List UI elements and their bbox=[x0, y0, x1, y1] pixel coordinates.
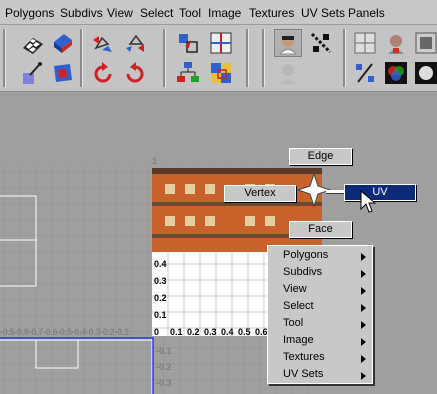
submenu-item-image[interactable]: Image bbox=[283, 334, 314, 346]
toolbar-grip[interactable] bbox=[80, 29, 83, 87]
chevron-right-icon bbox=[361, 321, 366, 329]
v-axis-label-1: 1 bbox=[152, 156, 158, 166]
u-axis-zero-label: 0 bbox=[154, 327, 160, 337]
face-gray-icon[interactable] bbox=[275, 60, 301, 86]
chevron-right-icon bbox=[361, 304, 366, 312]
chevron-right-icon bbox=[361, 287, 366, 295]
u-axis-label: 0.3 bbox=[204, 327, 217, 337]
u-axis-label: 0.4 bbox=[221, 327, 234, 337]
marking-menu-connector bbox=[326, 190, 346, 194]
v-axis-label: 0.4 bbox=[154, 259, 167, 269]
smudge-uv-icon[interactable] bbox=[20, 60, 46, 86]
flip-uv-right-icon[interactable] bbox=[122, 30, 148, 56]
marking-menu-edge[interactable]: Edge bbox=[289, 148, 352, 165]
v-axis-label: 0.3 bbox=[154, 276, 167, 286]
uv-layout-icon[interactable] bbox=[50, 60, 76, 86]
menu-select[interactable]: Select bbox=[140, 6, 173, 20]
display-icon[interactable] bbox=[413, 30, 437, 56]
marking-menu-vertex[interactable]: Vertex bbox=[224, 185, 296, 202]
marking-menu-face[interactable]: Face bbox=[289, 221, 352, 238]
u-axis-label: 0.6 bbox=[255, 327, 268, 337]
chevron-right-icon bbox=[361, 338, 366, 346]
submenu-item-subdivs[interactable]: Subdivs bbox=[283, 266, 322, 278]
submenu-item-view[interactable]: View bbox=[283, 283, 307, 295]
submenu-item-tool[interactable]: Tool bbox=[283, 317, 303, 329]
flip-uv-left-icon[interactable] bbox=[90, 30, 116, 56]
u-axis-label: 0.1 bbox=[170, 327, 183, 337]
percent-icon[interactable] bbox=[352, 60, 378, 86]
display-dark-icon[interactable] bbox=[413, 60, 437, 86]
v-axis-negative-label: -0.2 bbox=[156, 362, 172, 372]
chevron-right-icon bbox=[361, 372, 366, 380]
grid-icon[interactable] bbox=[352, 30, 378, 56]
toolbar-grip[interactable] bbox=[262, 29, 265, 87]
toolbar-grip[interactable] bbox=[163, 29, 166, 87]
menu-textures[interactable]: Textures bbox=[249, 6, 294, 20]
toolbar-grip[interactable] bbox=[343, 29, 346, 87]
submenu: Polygons Subdivs View Select Tool Image … bbox=[267, 245, 373, 384]
v-axis-label: 0.2 bbox=[154, 293, 167, 303]
diagonal-cut-icon[interactable] bbox=[308, 30, 334, 56]
grid-snap-icon[interactable] bbox=[208, 30, 234, 56]
checker-texture-icon[interactable] bbox=[20, 30, 46, 56]
menubar: Polygons Subdivs View Select Tool Image … bbox=[0, 0, 437, 25]
rotate-ccw-icon[interactable] bbox=[90, 60, 116, 86]
u-axis-label: 0.5 bbox=[238, 327, 251, 337]
v-axis-negative-label: -0.3 bbox=[156, 378, 172, 388]
submenu-item-textures[interactable]: Textures bbox=[283, 351, 325, 363]
v-axis-negative-label: -0.1 bbox=[156, 346, 172, 356]
marking-menu-uv[interactable]: UV bbox=[344, 184, 416, 201]
menu-panels[interactable]: Panels bbox=[348, 6, 385, 20]
menu-uv-sets[interactable]: UV Sets bbox=[301, 6, 345, 20]
chevron-right-icon bbox=[361, 270, 366, 278]
submenu-item-polygons[interactable]: Polygons bbox=[283, 249, 328, 261]
toolbar-grip[interactable] bbox=[3, 29, 6, 87]
rgb-channels-icon[interactable] bbox=[383, 60, 409, 86]
shaded-uv-icon[interactable] bbox=[50, 30, 76, 56]
submenu-item-uv-sets[interactable]: UV Sets bbox=[283, 368, 323, 380]
face-silhouette-icon[interactable] bbox=[383, 30, 409, 56]
mouse-cursor-icon bbox=[360, 190, 376, 213]
menu-subdivs[interactable]: Subdivs bbox=[60, 6, 103, 20]
menu-image[interactable]: Image bbox=[208, 6, 241, 20]
v-axis-label: 0.1 bbox=[154, 310, 167, 320]
menu-tool[interactable]: Tool bbox=[179, 6, 201, 20]
move-uv-icon[interactable] bbox=[175, 30, 201, 56]
toolbar-grip[interactable] bbox=[246, 29, 249, 87]
u-axis-label: 0.2 bbox=[187, 327, 200, 337]
portrait-icon[interactable] bbox=[274, 29, 302, 57]
toolbar bbox=[0, 25, 437, 92]
tree-layout-icon[interactable] bbox=[175, 60, 201, 86]
menu-polygons[interactable]: Polygons bbox=[5, 6, 54, 20]
chevron-right-icon bbox=[361, 253, 366, 261]
chevron-right-icon bbox=[361, 355, 366, 363]
rotate-cw-icon[interactable] bbox=[122, 60, 148, 86]
checker-tile-icon[interactable] bbox=[208, 60, 234, 86]
menu-view[interactable]: View bbox=[107, 6, 133, 20]
u-axis-negative-labels: -0.5-0.8-0.7-0.6-0.5-0.4-0.3-0.2-0.1 bbox=[0, 327, 129, 337]
submenu-item-select[interactable]: Select bbox=[283, 300, 314, 312]
